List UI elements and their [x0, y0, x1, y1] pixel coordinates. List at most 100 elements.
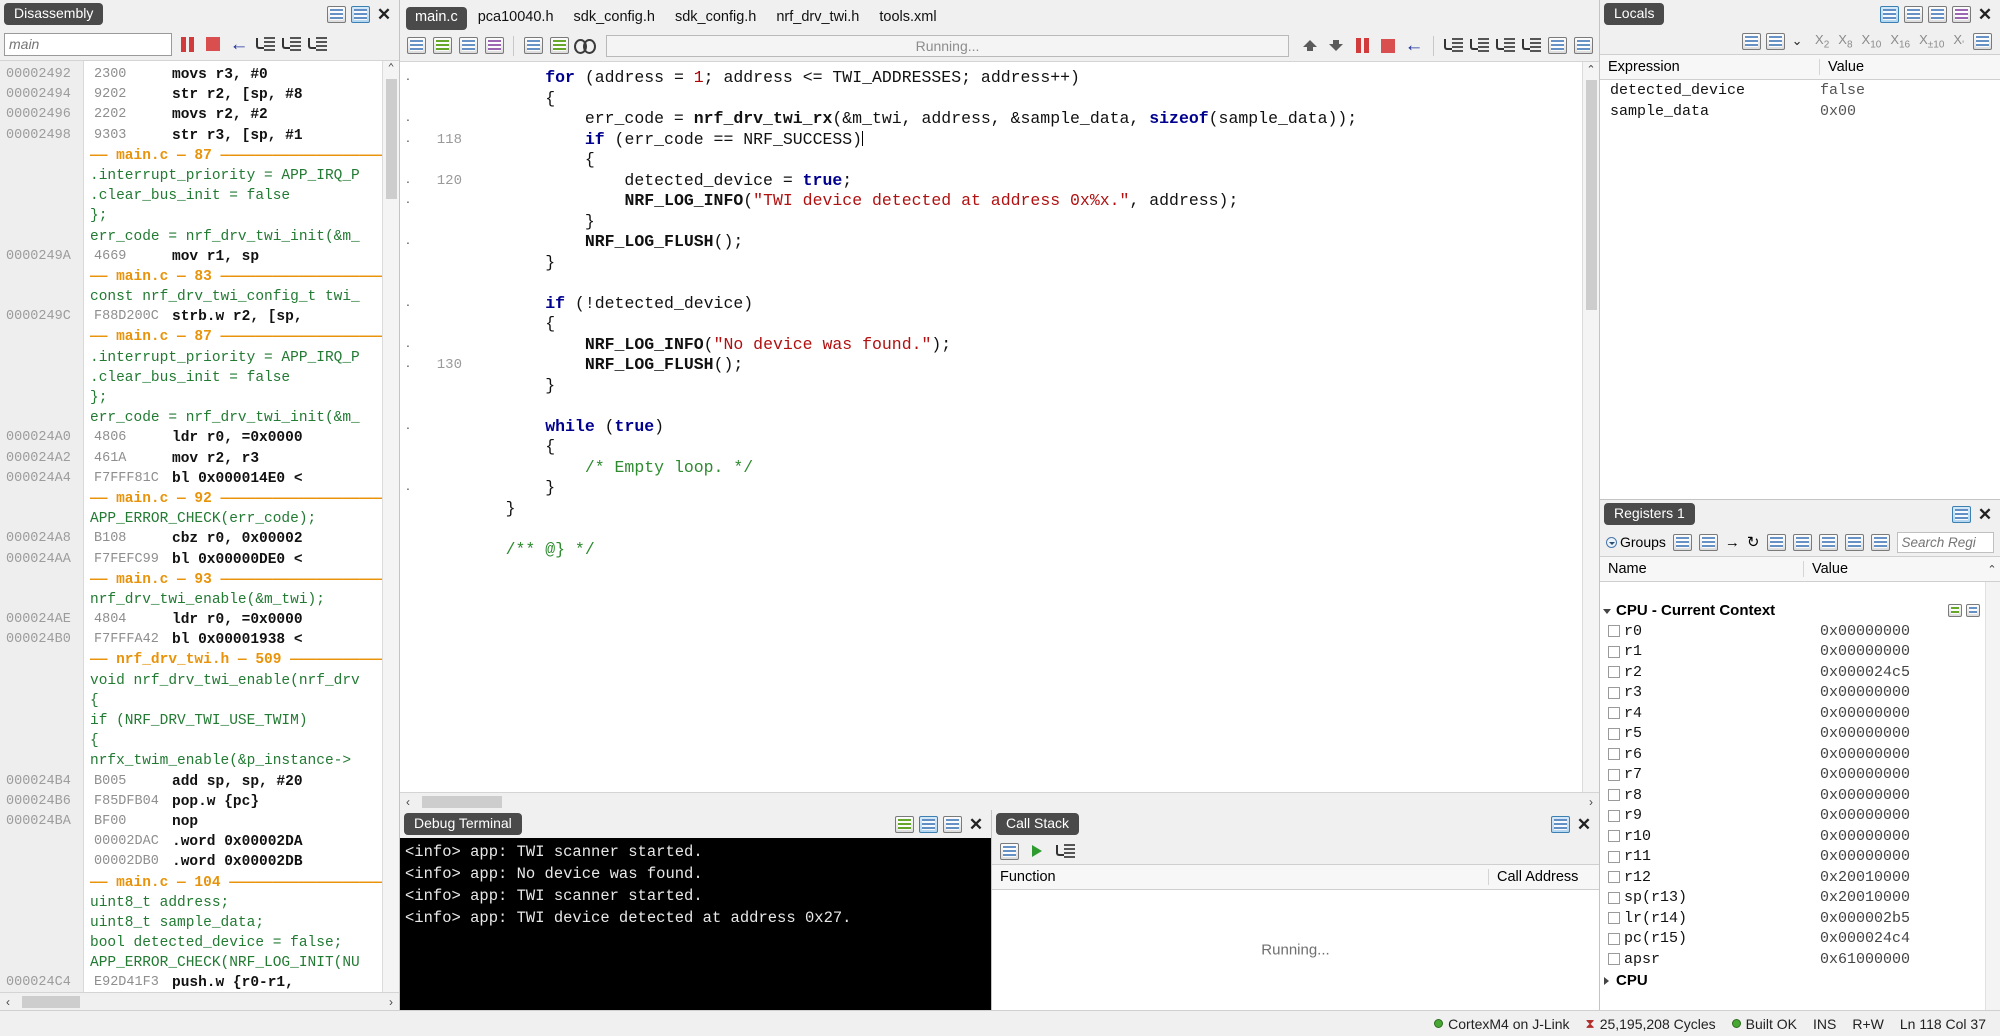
register-checkbox[interactable] — [1608, 789, 1620, 802]
report-icon[interactable] — [1870, 531, 1890, 553]
radix-button-x10[interactable]: X10 — [1862, 32, 1882, 51]
scroll-up-arrow[interactable]: ⌃ — [1984, 563, 2000, 576]
call-stack-body[interactable]: Running... — [992, 890, 1599, 1010]
disassembly-instruction-row[interactable]: 000024AA F7FEFC99 bl 0x00000DE0 < — [0, 550, 399, 570]
disassembly-instruction-row[interactable]: 00002DAC .word 0x00002DA — [0, 832, 399, 852]
disassembly-source-line[interactable]: void nrf_drv_twi_enable(nrf_drv — [0, 671, 399, 691]
code-line[interactable] — [466, 273, 1599, 294]
register-checkbox[interactable] — [1608, 625, 1620, 638]
disassembly-instruction-row[interactable]: 000024BA BF00 nop — [0, 812, 399, 832]
disassembly-source-line[interactable]: err_code = nrf_drv_twi_init(&m_ — [0, 408, 399, 428]
register-group-header[interactable]: CPU - Current Context — [1600, 600, 2000, 621]
register-rows[interactable]: r0 0x00000000 r1 0x00000000 r2 0x000024c5 r3 0x… — [1600, 621, 2000, 970]
close-icon[interactable]: ✕ — [375, 5, 393, 23]
code-line[interactable]: } — [466, 253, 1599, 274]
code-line[interactable]: { — [466, 89, 1599, 110]
expand-icon[interactable] — [1054, 840, 1076, 862]
grid-icon[interactable] — [1766, 531, 1786, 553]
register-row[interactable]: r12 0x20010000 — [1600, 867, 2000, 888]
disassembly-instruction-row[interactable]: 000024B6 F85DFB04 pop.w {pc} — [0, 792, 399, 812]
window-icon[interactable] — [327, 5, 346, 23]
editor-body[interactable]: · · · · · · · · · · · 118 120 130 for (address = 1; … — [400, 62, 1599, 792]
disassembly-instruction-row[interactable]: 00002DB0 .word 0x00002DB — [0, 852, 399, 872]
disassembly-instruction-row[interactable]: 00002496 2202 movs r2, #2 — [0, 105, 399, 125]
copy-icon[interactable] — [1844, 531, 1864, 553]
disassembly-source-line[interactable]: uint8_t address; — [0, 893, 399, 913]
disassembly-source-separator[interactable]: —— main.c — 83 —————————————————————— — [0, 267, 399, 287]
code-line[interactable]: detected_device = true; — [466, 171, 1599, 192]
locals-tab[interactable]: Locals — [1604, 2, 1665, 26]
disassembly-source-line[interactable]: nrfx_twim_enable(&p_instance-> — [0, 751, 399, 771]
disassembly-source-line[interactable]: if (NRF_DRV_TWI_USE_TWIM) — [0, 711, 399, 731]
register-checkbox[interactable] — [1608, 666, 1620, 679]
register-row[interactable]: r0 0x00000000 — [1600, 621, 2000, 642]
register-checkbox[interactable] — [1608, 850, 1620, 863]
code-line[interactable]: NRF_LOG_FLUSH(); — [466, 232, 1599, 253]
inspect-icon[interactable] — [483, 35, 505, 57]
radix-button-x16[interactable]: X16 — [1890, 32, 1910, 51]
breakpoint-icon[interactable] — [1546, 35, 1568, 57]
disassembly-instruction-row[interactable]: 00002494 9202 str r2, [sp, #8 — [0, 85, 399, 105]
more-icon[interactable] — [1572, 35, 1594, 57]
code-line[interactable]: { — [466, 150, 1599, 171]
code-line[interactable] — [466, 396, 1599, 417]
register-row[interactable]: r6 0x00000000 — [1600, 744, 2000, 765]
back-arrow-icon[interactable]: ← — [228, 33, 250, 55]
editor-tab-tools-xml[interactable]: tools.xml — [870, 7, 945, 30]
disassembly-source-line[interactable]: APP_ERROR_CHECK(err_code); — [0, 509, 399, 529]
disassembly-source-separator[interactable]: —— main.c — 93 —————————————————————— — [0, 570, 399, 590]
book-icon[interactable] — [895, 815, 914, 833]
register-row[interactable]: apsr 0x61000000 — [1600, 949, 2000, 970]
build-icon[interactable] — [405, 35, 427, 57]
disassembly-source-line[interactable]: err_code = nrf_drv_twi_init(&m_ — [0, 227, 399, 247]
register-checkbox[interactable] — [1608, 809, 1620, 822]
code-line[interactable]: NRF_LOG_INFO("TWI device detected at add… — [466, 191, 1599, 212]
properties-icon[interactable] — [1818, 531, 1838, 553]
disassembly-instruction-row[interactable]: 000024A8 B108 cbz r0, 0x00002 — [0, 529, 399, 549]
code-line[interactable]: for (address = 1; address <= TWI_ADDRESS… — [466, 68, 1599, 89]
register-row[interactable]: r1 0x00000000 — [1600, 642, 2000, 663]
disassembly-tab[interactable]: Disassembly — [4, 2, 104, 26]
glasses-icon[interactable] — [574, 35, 596, 57]
disassembly-source-separator[interactable]: —— nrf_drv_twi.h — 509 —————————————————… — [0, 650, 399, 670]
chip-icon[interactable] — [1672, 531, 1692, 553]
navigate-up-icon[interactable] — [1299, 35, 1321, 57]
debug-terminal-tab[interactable]: Debug Terminal — [404, 812, 522, 836]
disassembly-source-line[interactable]: .clear_bus_init = false — [0, 368, 399, 388]
register-row[interactable]: lr(r14) 0x000002b5 — [1600, 908, 2000, 929]
editor-tab-sdk-config-h[interactable]: sdk_config.h — [565, 7, 664, 30]
disassembly-source-line[interactable]: bool detected_device = false; — [0, 933, 399, 953]
scroll-left-arrow[interactable]: ‹ — [0, 995, 16, 1009]
disassembly-source-line[interactable]: const nrf_drv_twi_config_t twi_ — [0, 287, 399, 307]
grid-icon[interactable] — [1973, 32, 1992, 50]
register-checkbox[interactable] — [1608, 748, 1620, 761]
disassembly-source-separator[interactable]: —— main.c — 104 —————————————————————— — [0, 873, 399, 893]
code-line[interactable]: err_code = nrf_drv_twi_rx(&m_twi, addres… — [466, 109, 1599, 130]
editor-tab-nrf-drv-twi-h[interactable]: nrf_drv_twi.h — [767, 7, 868, 30]
register-window-icon[interactable] — [1952, 505, 1971, 523]
show-registers-icon[interactable] — [1948, 604, 1962, 617]
register-row[interactable]: r5 0x00000000 — [1600, 724, 2000, 745]
code-line[interactable]: } — [466, 376, 1599, 397]
close-icon[interactable]: ✕ — [1575, 815, 1593, 833]
disassembly-search-input[interactable] — [4, 32, 172, 56]
editor-tab-pca10040-h[interactable]: pca10040.h — [469, 7, 563, 30]
disassembly-instruction-row[interactable]: 0000249C F88D200C strb.w r2, [sp, — [0, 307, 399, 327]
step-into-icon[interactable] — [1442, 35, 1464, 57]
chip-off-icon[interactable] — [1698, 531, 1718, 553]
register-checkbox[interactable] — [1608, 707, 1620, 720]
step-over-icon[interactable] — [280, 33, 302, 55]
disassembly-instruction-row[interactable]: 000024B0 F7FFFA42 bl 0x00001938 < — [0, 630, 399, 650]
remove-watch-icon[interactable] — [1904, 5, 1923, 23]
register-checkbox[interactable] — [1608, 645, 1620, 658]
register-row[interactable]: r9 0x00000000 — [1600, 806, 2000, 827]
run-icon[interactable] — [1026, 840, 1048, 862]
disassembly-vertical-scrollbar[interactable]: ⌃ — [382, 61, 399, 992]
disassembly-source-line[interactable]: .interrupt_priority = APP_IRQ_P — [0, 348, 399, 368]
scroll-thumb[interactable] — [1585, 80, 1597, 310]
memory-icon[interactable] — [522, 35, 544, 57]
monitor-icon[interactable] — [1952, 5, 1971, 23]
radix-button-x8[interactable]: X8 — [1838, 32, 1852, 51]
hscroll-thumb[interactable] — [422, 796, 502, 808]
code-line[interactable]: } — [466, 478, 1599, 499]
